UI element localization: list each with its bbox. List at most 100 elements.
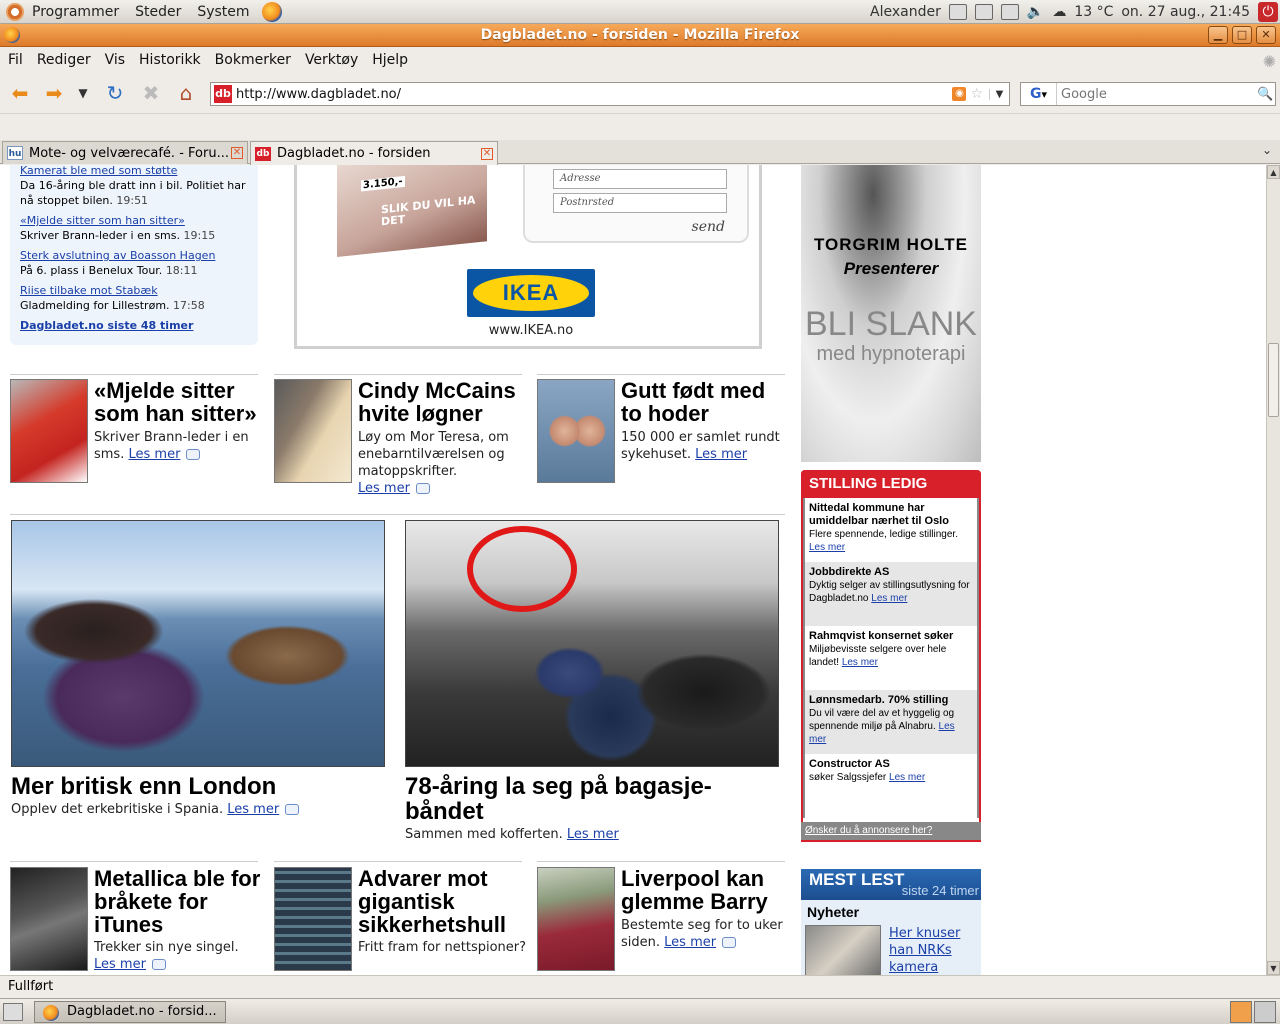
- scroll-up-icon[interactable]: ▲: [1267, 165, 1280, 179]
- menu-verktoy[interactable]: Verktøy: [299, 52, 364, 68]
- taskbar-window-button[interactable]: Dagbladet.no - forsid...: [34, 1001, 226, 1023]
- article-thumbnail[interactable]: [10, 379, 88, 483]
- job-box-header[interactable]: STILLING LEDIG: [801, 470, 981, 498]
- panel-menu-system[interactable]: System: [189, 4, 257, 20]
- url-bar[interactable]: db http://www.dagbladet.no/ ◉ ☆ ▼: [210, 82, 1010, 106]
- vertical-scrollbar[interactable]: ▲ ▼: [1266, 165, 1280, 975]
- scroll-down-icon[interactable]: ▼: [1267, 961, 1280, 975]
- panel-clock[interactable]: on. 27 aug., 21:45: [1121, 4, 1250, 20]
- workspace-2[interactable]: [1254, 1001, 1276, 1023]
- read-more-link[interactable]: Les mer: [227, 802, 279, 817]
- job-more-link[interactable]: Les mer: [842, 657, 878, 668]
- read-more-link[interactable]: Les mer: [94, 957, 146, 972]
- panel-user[interactable]: Alexander: [870, 4, 941, 20]
- most-read-link[interactable]: Her knuser han NRKs kamera: [889, 925, 977, 975]
- read-more-link[interactable]: Les mer: [567, 827, 619, 842]
- tab-close-icon[interactable]: ✕: [481, 147, 493, 160]
- read-more-link[interactable]: Les mer: [664, 935, 716, 950]
- most-read-thumbnail[interactable]: [805, 925, 881, 975]
- article-thumbnail[interactable]: [10, 867, 88, 971]
- maximize-button[interactable]: □: [1232, 26, 1252, 44]
- power-icon[interactable]: ⏻: [1258, 2, 1278, 22]
- article-title[interactable]: Advarer mot gigantisk sikkerhetshull: [358, 867, 526, 936]
- home-button[interactable]: ⌂: [172, 80, 200, 106]
- job-company[interactable]: Rahmqvist konsernet søker: [809, 630, 973, 643]
- minimize-button[interactable]: ▁: [1208, 26, 1228, 44]
- news-link[interactable]: Riise tilbake mot Stabæk: [20, 283, 248, 298]
- menu-historikk[interactable]: Historikk: [133, 52, 207, 68]
- comment-icon[interactable]: [186, 449, 201, 460]
- menu-bokmerker[interactable]: Bokmerker: [209, 52, 297, 68]
- url-text[interactable]: http://www.dagbladet.no/: [236, 87, 952, 102]
- job-more-link[interactable]: Les mer: [809, 542, 845, 553]
- article-title[interactable]: Cindy McCains hvite løgner: [358, 379, 526, 425]
- network-icon[interactable]: [948, 4, 967, 20]
- menu-rediger[interactable]: Rediger: [31, 52, 97, 68]
- firefox-launcher-icon[interactable]: [261, 1, 282, 22]
- forward-button[interactable]: ➡: [40, 80, 68, 106]
- article-title[interactable]: Liverpool kan glemme Barry: [621, 867, 789, 913]
- tab-forum[interactable]: hu Mote- og velværecafé. - Foru... ✕: [2, 141, 248, 164]
- clock-applet-icon[interactable]: [974, 4, 993, 20]
- reload-button[interactable]: ↻: [101, 80, 129, 106]
- comment-icon[interactable]: [151, 959, 166, 970]
- back-button[interactable]: ⬅: [6, 80, 34, 106]
- article-title[interactable]: Mer britisk enn London: [11, 774, 391, 799]
- tab-dagbladet[interactable]: db Dagbladet.no - forsiden ✕: [250, 141, 498, 165]
- show-desktop-icon[interactable]: [3, 1003, 23, 1021]
- tab-close-icon[interactable]: ✕: [231, 147, 243, 159]
- comment-icon[interactable]: [415, 483, 430, 494]
- article-thumbnail[interactable]: [537, 379, 615, 483]
- menu-fil[interactable]: Fil: [2, 52, 29, 68]
- article-title[interactable]: 78-åring la seg på bagasje-båndet: [405, 774, 785, 824]
- comment-icon[interactable]: [285, 804, 300, 815]
- search-engine-selector[interactable]: G ▾: [1021, 83, 1057, 105]
- menu-vis[interactable]: Vis: [99, 52, 131, 68]
- panel-menu-programmer[interactable]: Programmer: [24, 4, 127, 20]
- job-more-link[interactable]: Les mer: [871, 593, 907, 604]
- volume-icon[interactable]: 🔈: [1027, 4, 1044, 20]
- display-icon[interactable]: [1000, 4, 1019, 20]
- hypnotherapy-ad[interactable]: TORGRIM HOLTE Presenterer BLI SLANK med …: [801, 165, 981, 462]
- job-company[interactable]: Nittedal kommune har umiddelbar nærhet t…: [809, 502, 973, 528]
- ikea-url[interactable]: www.IKEA.no: [297, 323, 765, 338]
- job-more-link[interactable]: Les mer: [889, 772, 925, 783]
- news-more-link[interactable]: Dagbladet.no siste 48 timer: [20, 318, 248, 333]
- ikea-ad[interactable]: 3.150,- SLIK DU VIL HA DET Adresse Postn…: [294, 165, 762, 349]
- news-link[interactable]: «Mjelde sitter som han sitter»: [20, 213, 248, 228]
- history-dropdown-button[interactable]: ▼: [74, 80, 92, 106]
- search-input[interactable]: [1057, 86, 1257, 102]
- job-company[interactable]: Jobbdirekte AS: [809, 566, 973, 579]
- tab-list-chevron-down-icon[interactable]: ⌄: [1262, 143, 1272, 157]
- search-icon[interactable]: 🔍: [1257, 87, 1275, 102]
- baggage-photo[interactable]: [405, 520, 779, 767]
- job-company[interactable]: Constructor AS: [809, 758, 973, 771]
- panel-menu-steder[interactable]: Steder: [127, 4, 189, 20]
- postal-field[interactable]: Postnrsted: [553, 193, 727, 213]
- address-field[interactable]: Adresse: [553, 169, 727, 189]
- article-thumbnail[interactable]: [274, 867, 352, 971]
- workspace-1[interactable]: [1230, 1001, 1252, 1023]
- article-title[interactable]: Metallica ble for bråkete for iTunes: [94, 867, 262, 936]
- read-more-link[interactable]: Les mer: [128, 447, 180, 462]
- menu-hjelp[interactable]: Hjelp: [366, 52, 414, 68]
- comment-icon[interactable]: [722, 937, 737, 948]
- scrollbar-thumb[interactable]: [1268, 343, 1279, 417]
- article-thumbnail[interactable]: [537, 867, 615, 971]
- window-titlebar[interactable]: Dagbladet.no - forsiden - Mozilla Firefo…: [0, 24, 1280, 47]
- panel-weather[interactable]: 13 °C: [1074, 4, 1113, 20]
- news-link[interactable]: Kamerat ble med som støtte: [20, 165, 248, 178]
- article-thumbnail[interactable]: [274, 379, 352, 483]
- advertise-link[interactable]: Ønsker du å annonsere her?: [801, 822, 981, 840]
- ubuntu-logo-icon[interactable]: [6, 2, 24, 21]
- article-title[interactable]: «Mjelde sitter som han sitter»: [94, 379, 262, 425]
- url-dropdown-icon[interactable]: ▼: [989, 88, 1009, 100]
- stop-button[interactable]: ✖: [137, 80, 165, 106]
- read-more-link[interactable]: Les mer: [358, 481, 410, 496]
- close-window-button[interactable]: ✕: [1256, 26, 1276, 44]
- firefox-window-icon[interactable]: [4, 27, 20, 43]
- news-link[interactable]: Sterk avslutning av Boasson Hagen: [20, 248, 248, 263]
- send-button[interactable]: send: [692, 219, 725, 235]
- article-title[interactable]: Gutt født med to hoder: [621, 379, 789, 425]
- job-company[interactable]: Lønnsmedarb. 70% stilling: [809, 694, 973, 707]
